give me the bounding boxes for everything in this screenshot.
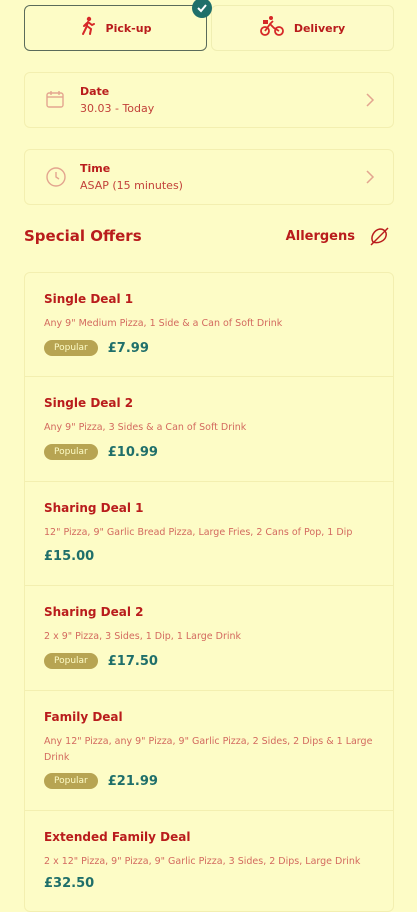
time-value: ASAP (15 minutes) (80, 179, 183, 192)
time-title: Time (80, 162, 111, 175)
check-icon (192, 0, 212, 18)
popular-badge: Popular (44, 653, 98, 669)
offer-name: Sharing Deal 1 (44, 501, 144, 515)
price-row: Popular £21.99 (44, 773, 158, 789)
popular-badge: Popular (44, 773, 98, 789)
pickup-button[interactable]: Pick-up (24, 0, 212, 51)
offer-price: £21.99 (107, 773, 158, 789)
delivery-label: Delivery (293, 21, 346, 35)
allergen-icon[interactable] (368, 225, 390, 251)
offer-description: 2 x 9" Pizza, 3 Sides, 1 Dip, 1 Large Dr… (44, 631, 242, 642)
offer-card[interactable]: Family Deal Any 12" Pizza, any 9" Pizza,… (25, 691, 393, 811)
calendar-icon (45, 89, 65, 113)
price-row: Popular £17.50 (44, 653, 158, 669)
price-row: Popular £10.99 (44, 444, 158, 460)
offer-name: Family Deal (44, 710, 123, 724)
delivery-bike-icon (259, 15, 284, 41)
price-row: Popular £7.99 (44, 340, 149, 356)
clock-icon (45, 166, 67, 192)
offer-price: £32.50 (44, 876, 95, 891)
offer-card[interactable]: Single Deal 2 Any 9" Pizza, 3 Sides & a … (25, 377, 393, 482)
offer-name: Extended Family Deal (44, 830, 191, 844)
offer-card[interactable]: Extended Family Deal 2 x 12" Pizza, 9" P… (25, 811, 393, 911)
offer-card[interactable]: Single Deal 1 Any 9" Medium Pizza, 1 Sid… (25, 273, 393, 377)
offer-price: £10.99 (107, 444, 158, 460)
offer-description: Any 9" Medium Pizza, 1 Side & a Can of S… (44, 318, 283, 329)
offer-name: Single Deal 1 (44, 292, 134, 306)
walking-person-icon (80, 16, 96, 40)
offer-name: Single Deal 2 (44, 396, 134, 410)
offer-description: 12" Pizza, 9" Garlic Bread Pizza, Large … (44, 527, 353, 538)
section-title: Special Offers (24, 227, 142, 245)
offer-description: Any 12" Pizza, any 9" Pizza, 9" Garlic P… (44, 736, 373, 763)
offer-price: £15.00 (44, 549, 95, 564)
chevron-right-icon (365, 92, 375, 112)
offer-description: 2 x 12" Pizza, 9" Pizza, 9" Garlic Pizza… (44, 856, 361, 867)
pickup-label: Pick-up (105, 21, 152, 35)
offer-card[interactable]: Sharing Deal 1 12" Pizza, 9" Garlic Brea… (25, 482, 393, 586)
chevron-right-icon (365, 169, 375, 189)
allergens-link[interactable]: Allergens (286, 229, 355, 244)
offer-card[interactable]: Sharing Deal 2 2 x 9" Pizza, 3 Sides, 1 … (25, 586, 393, 691)
price-row: £32.50 (44, 876, 94, 891)
offer-description: Any 9" Pizza, 3 Sides & a Can of Soft Dr… (44, 422, 247, 433)
offers-list: Single Deal 1 Any 9" Medium Pizza, 1 Sid… (24, 272, 394, 912)
price-row: £15.00 (44, 549, 94, 564)
offer-price: £7.99 (107, 340, 149, 356)
popular-badge: Popular (44, 340, 98, 356)
date-title: Date (80, 85, 110, 98)
popular-badge: Popular (44, 444, 98, 460)
date-value: 30.03 - Today (80, 102, 155, 115)
order-mode-toggle: Pick-up Delivery (24, 0, 394, 53)
offer-price: £17.50 (107, 653, 158, 669)
date-selector[interactable]: Date 30.03 - Today (24, 72, 394, 128)
offer-name: Sharing Deal 2 (44, 605, 144, 619)
delivery-button[interactable]: Delivery (211, 5, 394, 51)
time-selector[interactable]: Time ASAP (15 minutes) (24, 149, 394, 205)
